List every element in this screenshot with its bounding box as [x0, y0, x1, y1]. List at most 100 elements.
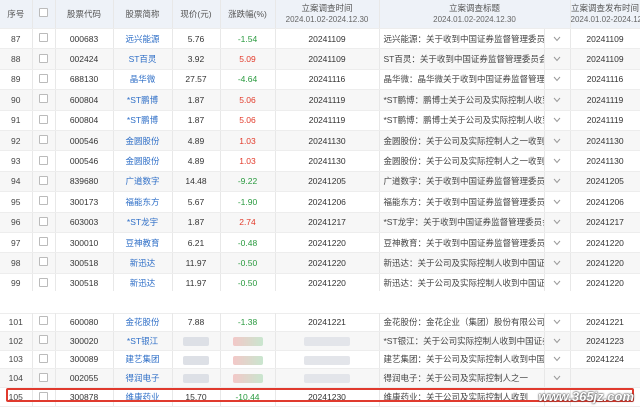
row-case-title[interactable]: *ST银江：关于公司实际控制人收到中国证券…: [379, 331, 545, 351]
row-select[interactable]: [32, 212, 56, 233]
row-checkbox[interactable]: [39, 237, 48, 247]
row-case-title[interactable]: 晶华微：晶华微关于收到中国证券监督管理委…: [379, 69, 545, 91]
row-case-title[interactable]: ST百灵：关于收到中国证券监督管理委员会《…: [379, 48, 545, 70]
row-select[interactable]: [32, 313, 56, 332]
row-checkbox[interactable]: [39, 175, 48, 185]
row-case-title[interactable]: 金圆股份：关于公司及实际控制人之一收到中…: [379, 150, 545, 172]
row-checkbox[interactable]: [39, 114, 48, 124]
chevron-down-icon[interactable]: [544, 331, 571, 351]
table-row[interactable]: 96 603003 *ST龙宇 1.87 2.74 20241217 *ST龙宇：关于收到中…: [0, 212, 640, 233]
row-stock-name-link[interactable]: 建艺集团: [113, 350, 173, 370]
row-checkbox[interactable]: [39, 94, 48, 104]
row-select[interactable]: [32, 28, 56, 50]
row-case-title[interactable]: 豆神教育：关于收到中国证券监督管理委员会…: [379, 232, 545, 254]
row-stock-name-link[interactable]: 新迅达: [113, 252, 173, 274]
chevron-down-icon[interactable]: [544, 191, 571, 213]
table-row[interactable]: 92 000546 金圆股份 4.89 1.03 20241130 金圆股份：关于公司及实际…: [0, 130, 640, 152]
row-select[interactable]: [32, 171, 56, 193]
row-checkbox[interactable]: [39, 316, 48, 326]
col-header-case-title[interactable]: 立案调查标题 2024.01.02-2024.12.30: [379, 0, 571, 29]
row-stock-name-link[interactable]: ST百灵: [113, 48, 173, 70]
row-stock-name-link[interactable]: 豆神教育: [113, 232, 173, 254]
table-row[interactable]: 95 300173 福能东方 5.67 -1.90 20241206 福能东方：关于收到中国…: [0, 191, 640, 213]
table-row[interactable]: 94 839680 广道数字 14.48 -9.22 20241205 广道数字：关于收到中…: [0, 171, 640, 193]
row-checkbox[interactable]: [39, 372, 48, 382]
col-header-date[interactable]: 立案调查时间 2024.01.02-2024.12.30: [275, 0, 380, 29]
row-case-title[interactable]: 金花股份：金花企业（集团）股份有限公司关…: [379, 313, 545, 332]
chevron-down-icon[interactable]: [544, 313, 571, 332]
chevron-down-icon[interactable]: [544, 171, 571, 193]
row-stock-name-link[interactable]: 得润电子: [113, 368, 173, 389]
row-stock-name-link[interactable]: 远兴能源: [113, 28, 173, 50]
row-stock-name-link[interactable]: 晶华微: [113, 69, 173, 91]
row-stock-name-link[interactable]: 金圆股份: [113, 130, 173, 152]
row-case-title[interactable]: 得润电子：关于公司及实际控制人之一: [379, 368, 545, 389]
col-header-pub[interactable]: 立案调查发布时间 2024.01.02-2024.12.30: [570, 0, 640, 29]
row-select[interactable]: [32, 191, 56, 213]
chevron-down-icon[interactable]: [544, 28, 571, 50]
chevron-down-icon[interactable]: [544, 252, 571, 274]
row-select[interactable]: [32, 232, 56, 254]
row-select[interactable]: [32, 252, 56, 274]
row-stock-name-link[interactable]: *ST银江: [113, 331, 173, 351]
col-header-select[interactable]: [32, 0, 56, 29]
row-checkbox[interactable]: [39, 135, 48, 145]
row-checkbox[interactable]: [39, 53, 48, 63]
row-select[interactable]: [32, 331, 56, 351]
row-checkbox[interactable]: [39, 216, 48, 226]
row-checkbox[interactable]: [39, 155, 48, 165]
row-case-title[interactable]: 建艺集团：关于公司及实际控制人收到中国证…: [379, 350, 545, 370]
chevron-down-icon[interactable]: [544, 110, 571, 131]
row-select[interactable]: [32, 89, 56, 111]
row-stock-name-link[interactable]: 福能东方: [113, 191, 173, 213]
col-header-price[interactable]: 现价(元): [172, 0, 221, 29]
row-checkbox[interactable]: [39, 335, 48, 345]
select-all-checkbox[interactable]: [39, 8, 48, 17]
chevron-down-icon[interactable]: [544, 350, 571, 370]
table-row[interactable]: 87 000683 远兴能源 5.76 -1.54 20241109 远兴能源：关于收到中国…: [0, 28, 640, 50]
row-case-title[interactable]: 远兴能源：关于收到中国证券监督管理委员会…: [379, 28, 545, 50]
col-header-code[interactable]: 股票代码: [55, 0, 114, 29]
row-case-title[interactable]: 广道数字：关于收到中国证券监督管理委员会…: [379, 171, 545, 193]
chevron-down-icon[interactable]: [544, 48, 571, 70]
row-stock-name-link[interactable]: *ST龙宇: [113, 212, 173, 233]
row-select[interactable]: [32, 150, 56, 172]
col-header-seq[interactable]: 序号: [0, 0, 33, 29]
row-stock-name-link[interactable]: *ST鹏博: [113, 89, 173, 111]
row-stock-name-link[interactable]: 金圆股份: [113, 150, 173, 172]
chevron-down-icon[interactable]: [544, 150, 571, 172]
row-select[interactable]: [32, 368, 56, 389]
table-row[interactable]: 90 600804 *ST鹏博 1.87 5.06 20241119 *ST鹏博：鹏博士关于…: [0, 89, 640, 111]
row-checkbox[interactable]: [39, 73, 48, 83]
table-row[interactable]: 91 600804 *ST鹏博 1.87 5.06 20241119 *ST鹏博：鹏博士关于…: [0, 110, 640, 131]
row-select[interactable]: [32, 48, 56, 70]
row-case-title[interactable]: *ST龙宇：关于收到中国证券监督管理委员会立…: [379, 212, 545, 233]
row-checkbox[interactable]: [39, 277, 48, 287]
row-case-title[interactable]: *ST鹏博：鹏博士关于公司及实际控制人收到中…: [379, 89, 545, 111]
table-row[interactable]: 89 688130 晶华微 27.57 -4.64 20241116 晶华微：晶华微关于收到…: [0, 69, 640, 91]
chevron-down-icon[interactable]: [544, 89, 571, 111]
chevron-down-icon[interactable]: [544, 130, 571, 152]
row-checkbox[interactable]: [39, 391, 48, 401]
row-checkbox[interactable]: [39, 353, 48, 363]
row-select[interactable]: [32, 130, 56, 152]
row-checkbox[interactable]: [39, 257, 48, 267]
row-select[interactable]: [32, 69, 56, 91]
row-stock-name-link[interactable]: 维康药业: [113, 387, 173, 407]
row-select[interactable]: [32, 110, 56, 131]
table-row[interactable]: 97 300010 豆神教育 6.21 -0.48 20241220 豆神教育：关于收到中国…: [0, 232, 640, 254]
table-row[interactable]: 101 600080 金花股份 7.88 -1.38 20241221 金花股份：金花企业（…: [0, 313, 640, 332]
row-case-title[interactable]: 福能东方：关于收到中国证券监督管理委员会…: [379, 191, 545, 213]
row-case-title[interactable]: 金圆股份：关于公司及实际控制人之一收到中…: [379, 130, 545, 152]
row-case-title[interactable]: *ST鹏博：鹏博士关于公司及实际控制人收到中…: [379, 110, 545, 131]
row-checkbox[interactable]: [39, 196, 48, 206]
row-checkbox[interactable]: [39, 33, 48, 43]
row-case-title[interactable]: 维康药业：关于公司及实际控制人收到: [379, 387, 545, 407]
chevron-down-icon[interactable]: [544, 368, 571, 389]
table-row[interactable]: 93 000546 金圆股份 4.89 1.03 20241130 金圆股份：关于公司及实际…: [0, 150, 640, 172]
chevron-down-icon[interactable]: [544, 232, 571, 254]
row-stock-name-link[interactable]: 广道数字: [113, 171, 173, 193]
table-row[interactable]: 103 300089建艺集团 建艺集团：关于公司及实际控制人收到中国证… 202412…: [0, 350, 640, 370]
chevron-down-icon[interactable]: [544, 212, 571, 233]
table-row[interactable]: 102 300020 *ST银江 *ST银江：关于公司实际控制人收到中国证券… 2024…: [0, 331, 640, 351]
